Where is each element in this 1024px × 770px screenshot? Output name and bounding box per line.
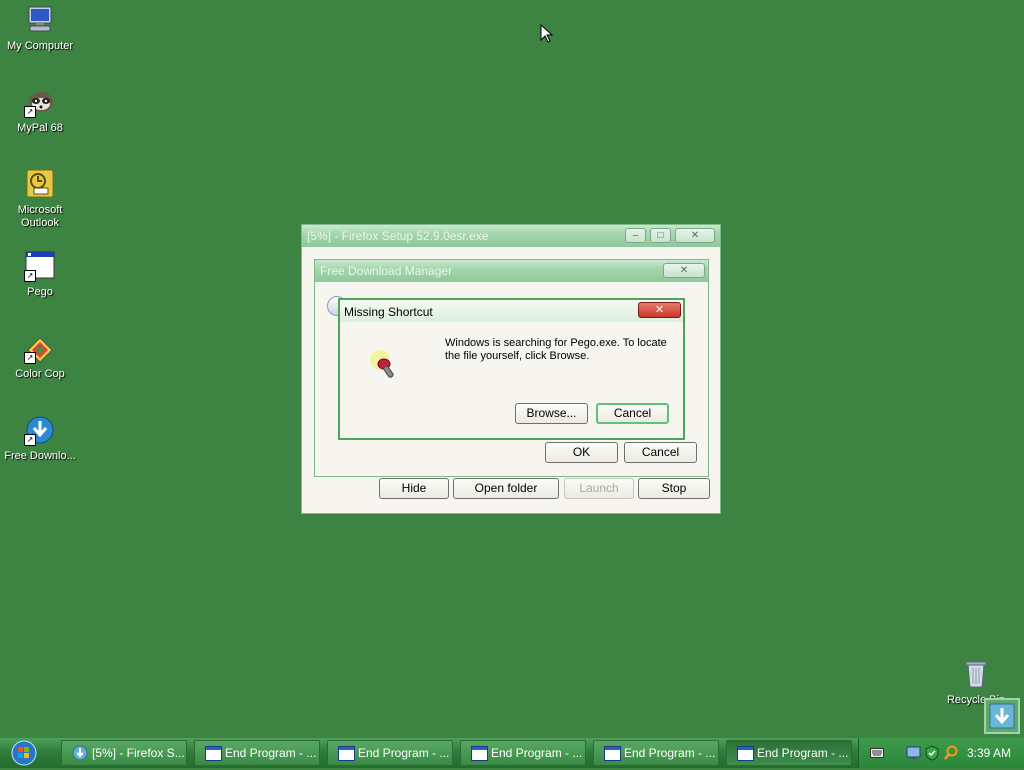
taskbar-item-label: End Program - ... bbox=[491, 746, 583, 760]
mouse-cursor-icon bbox=[540, 24, 554, 43]
dialog-title: Missing Shortcut bbox=[344, 305, 433, 319]
ok-button[interactable]: OK bbox=[545, 442, 618, 463]
taskbar-item-label: End Program - ... bbox=[757, 746, 849, 760]
window-icon bbox=[737, 746, 754, 761]
desktop-icon-pego[interactable]: ↗ Pego bbox=[1, 250, 79, 299]
taskbar-item-label: End Program - ... bbox=[358, 746, 450, 760]
shortcut-arrow-icon: ↗ bbox=[24, 352, 36, 364]
shortcut-arrow-icon: ↗ bbox=[24, 434, 36, 446]
desktop-icon-label: Microsoft Outlook bbox=[17, 204, 63, 229]
missing-shortcut-titlebar[interactable]: Missing Shortcut bbox=[340, 300, 683, 322]
fdm-download-icon bbox=[72, 745, 88, 761]
maximize-button[interactable]: □ bbox=[650, 228, 671, 243]
mypal-raccoon-icon: ↗ bbox=[24, 86, 56, 118]
desktop-icon-outlook[interactable]: Microsoft Outlook bbox=[1, 168, 79, 230]
start-button[interactable] bbox=[5, 739, 43, 767]
application-window-icon: ↗ bbox=[24, 250, 56, 282]
taskbar-item-end-program-5[interactable]: End Program - ... bbox=[726, 740, 852, 766]
window-icon bbox=[471, 746, 488, 761]
security-shield-icon[interactable] bbox=[924, 745, 940, 761]
clock[interactable]: 3:39 AM bbox=[967, 738, 1011, 768]
cancel-button[interactable]: Cancel bbox=[596, 403, 669, 424]
desktop-icon-label: Color Cop bbox=[15, 368, 65, 380]
stop-button[interactable]: Stop bbox=[638, 478, 710, 499]
shortcut-arrow-icon: ↗ bbox=[24, 106, 36, 118]
network-icon[interactable] bbox=[906, 745, 922, 761]
flashlight-search-icon bbox=[368, 348, 398, 382]
free-download-manager-icon: ↗ bbox=[24, 414, 56, 446]
hide-button[interactable]: Hide bbox=[379, 478, 449, 499]
taskbar-item-label: [5%] - Firefox S... bbox=[92, 746, 185, 760]
missing-shortcut-dialog[interactable]: Missing Shortcut ✕ Windows is searching … bbox=[338, 298, 685, 440]
desktop-icon-label: Pego bbox=[27, 286, 53, 298]
my-computer-icon bbox=[24, 4, 56, 36]
desktop-icon-label: MyPal 68 bbox=[17, 122, 63, 134]
desktop-icon-color-cop[interactable]: ↗ Color Cop bbox=[1, 332, 79, 381]
close-button[interactable]: ✕ bbox=[675, 228, 715, 243]
window-icon bbox=[338, 746, 355, 761]
desktop-icon-free-download-manager[interactable]: ↗ Free Downlo... bbox=[1, 414, 79, 463]
cancel-button[interactable]: Cancel bbox=[624, 442, 697, 463]
taskbar-item-end-program-2[interactable]: End Program - ... bbox=[327, 740, 453, 766]
taskbar-item-firefox-setup[interactable]: [5%] - Firefox S... bbox=[61, 740, 187, 766]
browse-button[interactable]: Browse... bbox=[515, 403, 588, 424]
taskbar-item-end-program-3[interactable]: End Program - ... bbox=[460, 740, 586, 766]
color-cop-icon: ↗ bbox=[24, 332, 56, 364]
window-title: [5%] - Firefox Setup 52.9.0esr.exe bbox=[307, 229, 489, 243]
dialog-title: Free Download Manager bbox=[320, 264, 453, 278]
desktop-icon-my-computer[interactable]: My Computer bbox=[1, 4, 79, 53]
keyboard-icon[interactable] bbox=[870, 747, 884, 759]
desktop-icon-mypal[interactable]: ↗ MyPal 68 bbox=[1, 86, 79, 135]
fdm-dialog-titlebar[interactable]: Free Download Manager bbox=[315, 260, 708, 282]
taskbar-item-label: End Program - ... bbox=[624, 746, 716, 760]
desktop-icon-label: My Computer bbox=[6, 40, 74, 52]
desktop-icon-label: Free Downlo... bbox=[4, 450, 76, 462]
recycle-bin-icon bbox=[960, 658, 992, 690]
taskbar-item-label: End Program - ... bbox=[225, 746, 317, 760]
taskbar-item-end-program-1[interactable]: End Program - ... bbox=[194, 740, 320, 766]
dialog-message: Windows is searching for Pego.exe. To lo… bbox=[445, 337, 667, 362]
outlook-icon bbox=[24, 168, 56, 200]
arrow-down-icon bbox=[989, 703, 1015, 729]
taskbar: [5%] - Firefox S... End Program - ... En… bbox=[0, 738, 1024, 768]
minimize-button[interactable]: – bbox=[625, 228, 646, 243]
close-button[interactable]: ✕ bbox=[663, 263, 705, 278]
taskbar-item-end-program-4[interactable]: End Program - ... bbox=[593, 740, 719, 766]
window-icon bbox=[205, 746, 222, 761]
shortcut-arrow-icon: ↗ bbox=[24, 270, 36, 282]
windows-logo-icon bbox=[11, 740, 37, 766]
search-icon[interactable] bbox=[943, 745, 959, 761]
system-tray: 3:39 AM bbox=[858, 738, 1024, 768]
open-folder-button[interactable]: Open folder bbox=[453, 478, 559, 499]
window-icon bbox=[604, 746, 621, 761]
close-button[interactable]: ✕ bbox=[638, 302, 681, 318]
download-arrow-widget[interactable] bbox=[984, 698, 1020, 734]
launch-button[interactable]: Launch bbox=[564, 478, 634, 499]
